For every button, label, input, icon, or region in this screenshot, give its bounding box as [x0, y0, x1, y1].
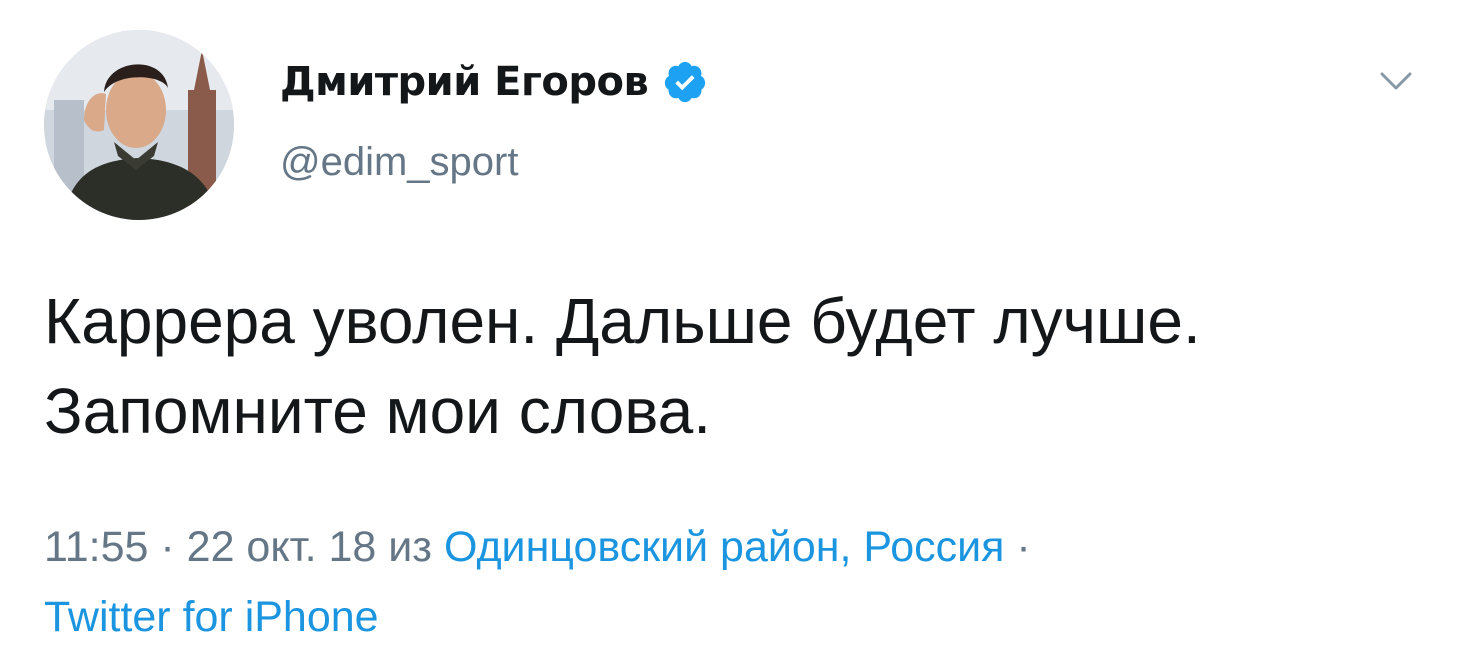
tweet-text: Каррера уволен. Дальше будет лучше. Запо… — [44, 285, 1201, 447]
avatar-photo — [44, 30, 234, 220]
meta-separator: · — [1016, 523, 1031, 571]
verified-badge-icon — [665, 61, 706, 103]
tweet-time[interactable]: 11:55 — [44, 523, 148, 571]
tweet-meta: 11:55 · 22 окт. 18 из Одинцовский район,… — [44, 512, 1424, 652]
tweet-source-link[interactable]: Twitter for iPhone — [44, 593, 379, 641]
meta-separator: · — [160, 523, 175, 571]
display-name[interactable]: Дмитрий Егоров — [280, 59, 649, 105]
author-handle[interactable]: @edim_sport — [280, 140, 518, 185]
from-label: из — [388, 523, 432, 571]
tweet-date[interactable]: 22 окт. 18 — [187, 523, 377, 571]
avatar[interactable] — [44, 30, 234, 220]
chevron-down-icon[interactable] — [1376, 66, 1416, 96]
tweet-location-link[interactable]: Одинцовский район, Россия — [444, 523, 1005, 571]
author-name-row[interactable]: Дмитрий Егоров — [280, 52, 708, 112]
tweet-card: Дмитрий Егоров @edim_sport Каррера уволе… — [0, 0, 1460, 662]
